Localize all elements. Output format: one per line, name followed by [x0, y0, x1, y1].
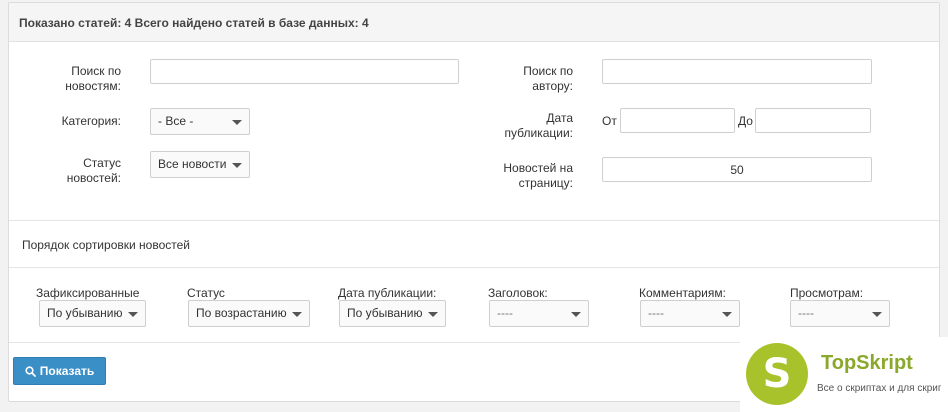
sort-select-title[interactable]: ----: [489, 300, 589, 327]
brand-name: TopSkript: [821, 352, 913, 374]
sort-select-date-value: По убыванию: [347, 306, 423, 320]
brand-logo: S: [746, 343, 808, 405]
divider: [9, 220, 939, 221]
panel-title: Показано статей: 4 Всего найдено статей …: [19, 16, 369, 30]
divider: [9, 267, 939, 268]
category-label: Категория:: [61, 114, 121, 128]
status-label: Статус новостей:: [66, 156, 121, 185]
chevron-down-icon: [428, 312, 438, 317]
sort-select-status[interactable]: По возрастанию: [188, 300, 310, 327]
brand-watermark: S TopSkript Все о скриптах и для скрипто…: [740, 337, 948, 412]
sort-section-title: Порядок сортировки новостей: [22, 238, 190, 252]
search-author-label: Поиск по автору:: [523, 64, 573, 93]
chevron-down-icon: [722, 312, 732, 317]
sort-label-status: Статус: [187, 286, 225, 300]
panel-header: Показано статей: 4 Всего найдено статей …: [9, 3, 939, 42]
date-from-input[interactable]: [620, 108, 735, 133]
date-to-label: До: [738, 114, 753, 128]
search-icon: [25, 365, 36, 377]
status-select[interactable]: Все новости: [150, 151, 250, 178]
chevron-down-icon: [232, 163, 242, 168]
sort-select-views-value: ----: [798, 306, 814, 320]
chevron-down-icon: [292, 312, 302, 317]
chevron-down-icon: [872, 312, 882, 317]
sort-select-status-value: По возрастанию: [196, 306, 287, 320]
sort-label-views: Просмотрам:: [790, 286, 864, 300]
brand-logo-letter: S: [762, 351, 792, 397]
sort-label-comments: Комментариям:: [639, 286, 726, 300]
date-from-label: От: [602, 114, 617, 128]
sort-select-pinned-value: По убыванию: [47, 306, 123, 320]
status-select-value: Все новости: [158, 157, 227, 171]
sort-select-title-value: ----: [497, 306, 513, 320]
sort-select-comments[interactable]: ----: [640, 300, 740, 327]
sort-select-date[interactable]: По убыванию: [339, 300, 446, 327]
show-button[interactable]: Показать: [13, 357, 106, 385]
sort-select-comments-value: ----: [648, 306, 664, 320]
per-page-input[interactable]: [602, 157, 872, 182]
sort-select-views[interactable]: ----: [790, 300, 890, 327]
sort-select-pinned[interactable]: По убыванию: [39, 300, 146, 327]
chevron-down-icon: [128, 312, 138, 317]
chevron-down-icon: [571, 312, 581, 317]
category-select-value: - Все -: [158, 114, 194, 128]
chevron-down-icon: [232, 120, 242, 125]
show-button-label: Показать: [39, 364, 95, 378]
date-to-input[interactable]: [755, 108, 871, 133]
category-select[interactable]: - Все -: [150, 108, 250, 135]
sort-label-pinned: Зафиксированные: [36, 286, 140, 300]
search-news-input[interactable]: [150, 59, 459, 84]
sort-label-title: Заголовок:: [488, 286, 548, 300]
sort-label-date: Дата публикации:: [338, 286, 437, 300]
search-news-label: Поиск по новостям:: [65, 64, 121, 93]
search-author-input[interactable]: [602, 59, 872, 84]
date-label: Дата публикации:: [504, 111, 573, 140]
brand-tagline: Все о скриптах и для скриптов...: [817, 383, 941, 394]
per-page-label: Новостей на страницу:: [503, 161, 573, 190]
